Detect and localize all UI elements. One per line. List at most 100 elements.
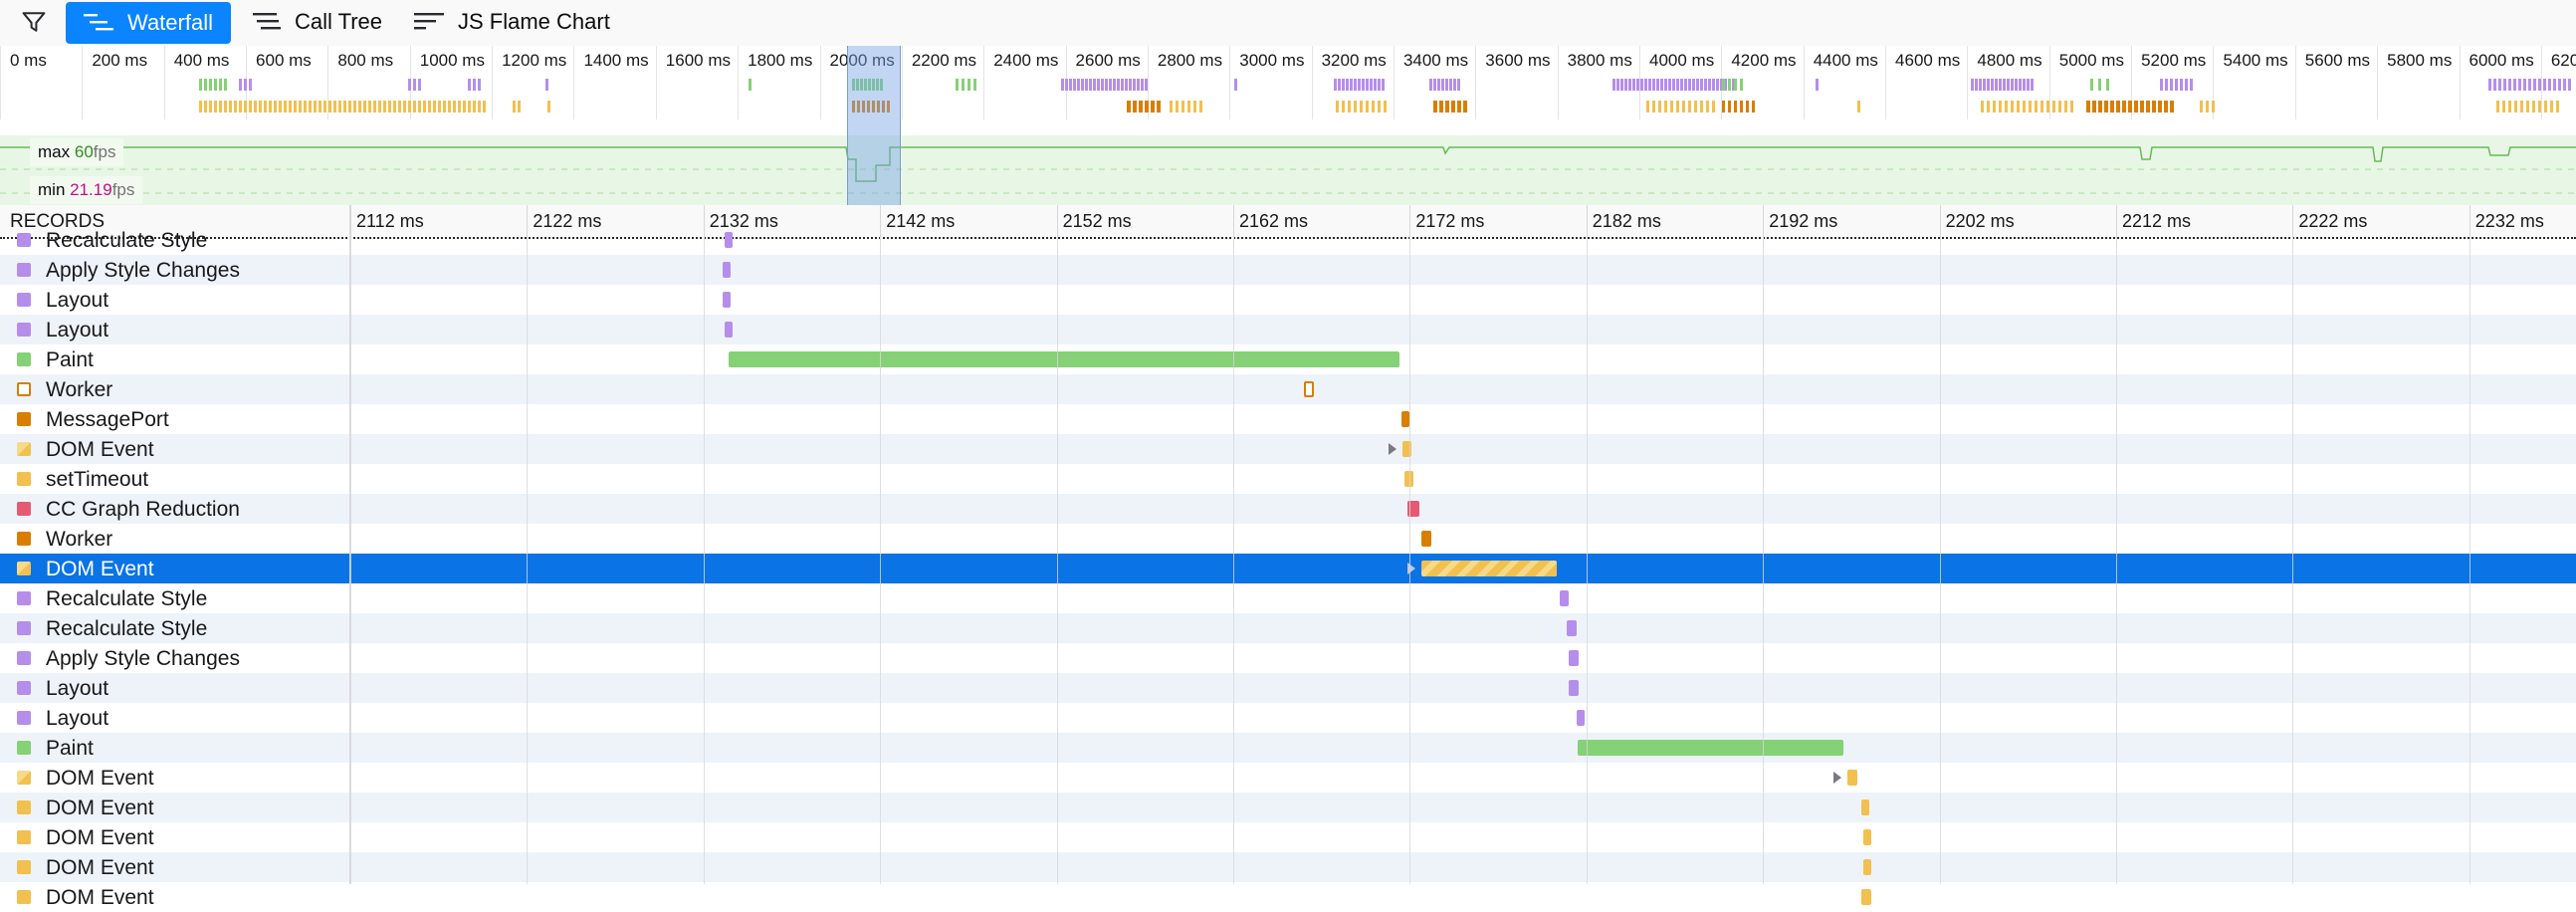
overview-marker: [1366, 79, 1369, 91]
record-bar[interactable]: [1863, 829, 1871, 845]
tab-js-flame-chart[interactable]: JS Flame Chart: [396, 0, 635, 44]
record-row[interactable]: Worker: [0, 374, 2576, 404]
record-row[interactable]: Recalculate Style: [0, 613, 2576, 643]
record-row[interactable]: Worker: [0, 524, 2576, 554]
overview-marker: [1700, 101, 1703, 113]
overview-tick-line: [573, 46, 575, 119]
expand-arrow-icon[interactable]: [1833, 772, 1841, 784]
record-row[interactable]: Apply Style Changes: [0, 255, 2576, 285]
record-type-swatch: [17, 681, 31, 695]
overview-marker: [2128, 101, 2132, 113]
record-row[interactable]: DOM Event: [0, 763, 2576, 793]
overview-marker: [2532, 101, 2535, 113]
overview-marker: [2165, 79, 2168, 91]
record-row[interactable]: DOM Event: [0, 793, 2576, 822]
record-bar[interactable]: [1421, 561, 1557, 576]
overview-marker: [398, 101, 401, 113]
filter-button[interactable]: [18, 0, 58, 44]
record-bar[interactable]: [723, 262, 731, 278]
overview-marker: [1981, 101, 1984, 113]
overview-marker: [413, 101, 416, 113]
record-bar[interactable]: [1847, 770, 1857, 786]
record-bar[interactable]: [725, 322, 733, 338]
overview-marker: [279, 101, 282, 113]
overview-marker: [1061, 79, 1064, 91]
record-row[interactable]: Layout: [0, 673, 2576, 703]
timeline-overview[interactable]: 0 ms 200 ms 400 ms 600 ms 800 ms 1000 ms 1200 …: [0, 46, 2576, 205]
overview-marker: [2122, 101, 2126, 113]
overview-marker: [2064, 101, 2067, 113]
overview-marker: [1646, 101, 1649, 113]
overview-marker: [408, 79, 411, 91]
record-bar[interactable]: [725, 232, 733, 248]
overview-marker: [2563, 79, 2566, 91]
record-bar[interactable]: [729, 351, 1399, 367]
overview-marker: [249, 79, 252, 91]
overview-marker: [2164, 101, 2168, 113]
overview-marker: [2106, 79, 2109, 91]
overview-marker: [1632, 79, 1635, 91]
overview-marker: [333, 101, 336, 113]
overview-marker: [1382, 79, 1385, 91]
record-row[interactable]: Paint: [0, 733, 2576, 763]
record-bar[interactable]: [1861, 799, 1869, 815]
record-bar[interactable]: [1569, 650, 1579, 666]
record-row[interactable]: Paint: [0, 344, 2576, 374]
overview-marker: [1680, 79, 1683, 91]
record-row[interactable]: Layout: [0, 315, 2576, 344]
record-bar[interactable]: [1863, 859, 1871, 875]
fps-graph: max 60fps min 21.19fps: [0, 135, 2576, 205]
record-row[interactable]: MessagePort: [0, 404, 2576, 434]
record-bar[interactable]: [1578, 740, 1843, 756]
overview-marker: [1151, 101, 1155, 113]
overview-marker: [463, 101, 466, 113]
record-label: setTimeout: [46, 468, 149, 491]
overview-marker: [513, 101, 516, 113]
record-row[interactable]: Layout: [0, 285, 2576, 315]
overview-selection[interactable]: [847, 46, 901, 205]
overview-marker: [1740, 79, 1743, 91]
overview-marker: [1141, 79, 1144, 91]
record-row[interactable]: Recalculate Style: [0, 583, 2576, 613]
overview-marker: [214, 101, 217, 113]
record-bar[interactable]: [1560, 590, 1569, 606]
record-row[interactable]: DOM Event: [0, 554, 2576, 583]
overview-marker: [2098, 101, 2102, 113]
overview-marker: [2035, 101, 2038, 113]
record-bar[interactable]: [1401, 411, 1409, 427]
record-label: Recalculate Style: [46, 229, 208, 252]
overview-marker: [1457, 79, 1460, 91]
record-row[interactable]: setTimeout: [0, 464, 2576, 494]
overview-marker: [1081, 79, 1084, 91]
record-row[interactable]: Layout: [0, 703, 2576, 733]
record-row[interactable]: CC Graph Reduction: [0, 494, 2576, 524]
overview-tick-label: 4400 ms: [1813, 51, 1878, 70]
record-row[interactable]: Apply Style Changes: [0, 643, 2576, 673]
overview-tick-line: [1229, 46, 1231, 119]
record-bar[interactable]: [1861, 889, 1871, 905]
record-row[interactable]: DOM Event: [0, 822, 2576, 852]
overview-marker: [348, 101, 351, 113]
tab-call-tree[interactable]: Call Tree: [235, 0, 414, 44]
record-row[interactable]: DOM Event: [0, 434, 2576, 464]
record-label: DOM Event: [46, 797, 154, 819]
record-label: Recalculate Style: [46, 587, 208, 610]
overview-tick-line: [1803, 46, 1805, 119]
tab-waterfall[interactable]: Waterfall: [66, 2, 231, 44]
record-bar[interactable]: [723, 292, 731, 308]
overview-marker: [1987, 101, 1990, 113]
record-bar[interactable]: [1304, 381, 1314, 397]
record-bar[interactable]: [1567, 620, 1577, 636]
overview-marker: [1117, 79, 1120, 91]
record-row[interactable]: DOM Event: [0, 882, 2576, 912]
record-row[interactable]: Recalculate Style: [0, 225, 2576, 255]
record-bar[interactable]: [1577, 710, 1585, 726]
record-bar[interactable]: [1421, 531, 1431, 547]
record-bar[interactable]: [1569, 680, 1579, 696]
expand-arrow-icon[interactable]: [1389, 443, 1396, 455]
record-row[interactable]: DOM Event: [0, 852, 2576, 882]
overview-marker: [1334, 79, 1337, 91]
expand-arrow-icon[interactable]: [1407, 563, 1415, 574]
overview-marker: [483, 101, 486, 113]
overview-marker: [1670, 101, 1673, 113]
